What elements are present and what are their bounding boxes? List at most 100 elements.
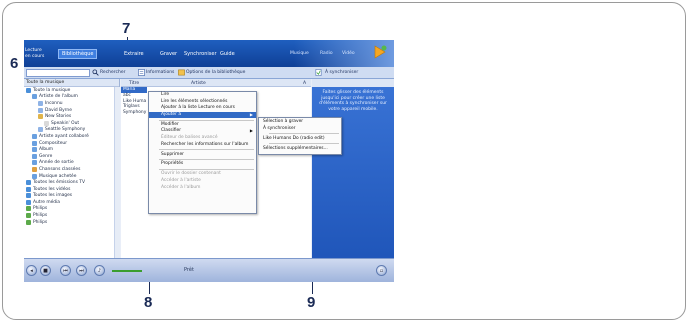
menu-item[interactable]: Lire <box>149 92 256 99</box>
previous-button[interactable]: ⏮ <box>60 265 71 276</box>
library-options-label[interactable]: Options de la bibliothèque <box>186 70 245 75</box>
sync-list-label[interactable]: À synchroniser <box>325 70 358 75</box>
tree-item[interactable]: Philips <box>24 212 119 219</box>
menu-item-label: Ajouter à la liste Lecture en cours <box>161 105 235 111</box>
nav-tab-extract[interactable]: Extraire <box>124 51 144 57</box>
tree-item-icon <box>32 94 37 100</box>
callout-7: 7 <box>122 20 131 37</box>
menu-item-label: Lire les éléments sélectionnés <box>161 98 228 104</box>
tree-item-icon <box>38 107 43 113</box>
menu-item: Accéder à l'artiste <box>149 178 256 185</box>
nav-tab-video[interactable]: Vidéo <box>342 51 355 56</box>
tree-item-label: Philips <box>33 219 48 225</box>
tree-item-icon <box>26 199 31 205</box>
tree-item[interactable]: New Stories <box>24 113 119 120</box>
info-button-label[interactable]: Informations <box>146 70 174 75</box>
tree-item[interactable]: Album <box>24 146 119 153</box>
menu-item: Éditeur de balises avancé <box>149 135 256 142</box>
search-icon[interactable] <box>92 69 99 76</box>
tree-item-label: Musique achetée <box>39 173 77 179</box>
media-player-window: Lecture en cours Bibliothèque Extraire G… <box>24 40 394 279</box>
nav-tab-burn[interactable]: Graver <box>160 51 177 57</box>
menu-item-label: Ajouter à <box>161 111 182 117</box>
tree-item[interactable]: Philips <box>24 219 119 226</box>
nav-tab-library[interactable]: Bibliothèque <box>58 49 98 59</box>
next-button[interactable]: ⏭ <box>76 265 87 276</box>
callout-9: 9 <box>307 294 316 311</box>
tree-item[interactable]: Genre <box>24 153 119 160</box>
menu-item[interactable]: Supprimer <box>149 152 256 159</box>
column-extra[interactable]: A <box>303 81 306 86</box>
stop-button[interactable]: ■ <box>40 265 51 276</box>
menu-item[interactable]: Sélections supplémentaires... <box>259 146 341 153</box>
tree-item-icon <box>32 153 37 159</box>
tree-item[interactable]: Année de sortie <box>24 160 119 167</box>
nav-tab-guide[interactable]: Guide <box>220 51 235 57</box>
menu-item-label: Modifier <box>161 121 179 127</box>
tree-item[interactable]: David Byrne <box>24 107 119 114</box>
menu-item-label: Like Humans Do (radio edit) <box>263 135 325 141</box>
tree-item[interactable]: Musique achetée <box>24 173 119 180</box>
previous-icon: ⏮ <box>63 268 68 274</box>
tree-item-label: Artiste de l'album <box>39 94 78 100</box>
menu-separator <box>269 143 339 145</box>
tree-item-label: David Byrne <box>45 107 72 113</box>
menu-item[interactable]: À synchroniser <box>259 126 341 133</box>
info-icon[interactable] <box>138 69 145 76</box>
tree-item-icon <box>38 100 43 106</box>
menu-item[interactable]: Ajouter à ▶ <box>149 111 256 119</box>
sync-pane: Faites glisser des éléments jusqu'ici po… <box>312 79 394 269</box>
tree-item-label: Genre <box>39 153 53 159</box>
column-title[interactable]: Titre <box>129 81 139 86</box>
menu-item[interactable]: Classifier ▶ <box>149 128 256 135</box>
shuffle-button[interactable]: ◂ <box>26 265 37 276</box>
menu-item[interactable]: Ajouter à la liste Lecture en cours <box>149 105 256 112</box>
tree-item[interactable]: Compositeur <box>24 140 119 147</box>
tree-item[interactable]: Toute la musique <box>24 87 119 94</box>
menu-item[interactable]: Sélection à graver <box>259 119 341 126</box>
tree-item-icon <box>26 180 31 186</box>
tree-item-icon <box>26 219 31 225</box>
tree-item[interactable]: Toutes les vidéos <box>24 186 119 193</box>
menu-item-label: Classifier <box>161 128 182 134</box>
tree-item[interactable]: Chansons classées <box>24 166 119 173</box>
tree-item[interactable]: Speakin' Out <box>24 120 119 127</box>
player-status: Prêt <box>184 267 194 273</box>
tree-item-label: Toute la musique <box>33 87 71 93</box>
mute-button[interactable]: ♪ <box>94 265 105 276</box>
nav-tab-music[interactable]: Musique <box>290 51 309 56</box>
tree-scrollbar[interactable] <box>114 87 120 269</box>
tree-item-label: Speakin' Out <box>51 120 80 126</box>
menu-separator <box>159 119 254 121</box>
search-input[interactable] <box>26 69 90 77</box>
menu-item[interactable]: Propriétés <box>149 161 256 168</box>
nav-tab-sync[interactable]: Synchroniser <box>184 51 217 57</box>
view-toggle-button[interactable]: ▫ <box>376 265 387 276</box>
library-options-icon[interactable] <box>178 69 185 76</box>
track-list-header: Titre Artiste A <box>121 79 311 87</box>
column-artist[interactable]: Artiste <box>191 81 206 86</box>
tree-item-icon <box>32 147 37 153</box>
nav-now-playing[interactable]: Lecture en cours <box>25 48 44 60</box>
nav-tab-radio[interactable]: Radio <box>320 51 333 56</box>
tree-item[interactable]: Philips <box>24 206 119 213</box>
stop-icon: ■ <box>43 268 48 274</box>
player-controls: ◂ ■ ⏮ ⏭ ♪ Prêt ▫ <box>24 258 394 282</box>
tree-item-icon <box>26 213 31 219</box>
tree-item[interactable]: Seattle Symphony <box>24 127 119 134</box>
menu-item[interactable]: Like Humans Do (radio edit) <box>259 136 341 143</box>
menu-item[interactable]: Rechercher les informations sur l'album <box>149 142 256 149</box>
tree-item[interactable]: Artiste de l'album <box>24 94 119 101</box>
tree-item[interactable]: Artiste ayant collaboré <box>24 133 119 140</box>
sync-list-icon[interactable] <box>315 69 322 76</box>
tree-item[interactable]: Inconnu <box>24 100 119 107</box>
search-button-label[interactable]: Rechercher <box>100 70 125 75</box>
menu-item-label: À synchroniser <box>263 125 296 131</box>
tree-item[interactable]: Toutes les images <box>24 193 119 200</box>
menu-item-label: Accéder à l'artiste <box>161 178 201 184</box>
tree-item-icon <box>26 206 31 212</box>
tree-item[interactable]: Toutes les émissions TV <box>24 179 119 186</box>
tree-item-label: New Stories <box>45 114 72 120</box>
volume-slider[interactable] <box>112 270 142 272</box>
tree-item[interactable]: Autre média <box>24 199 119 206</box>
